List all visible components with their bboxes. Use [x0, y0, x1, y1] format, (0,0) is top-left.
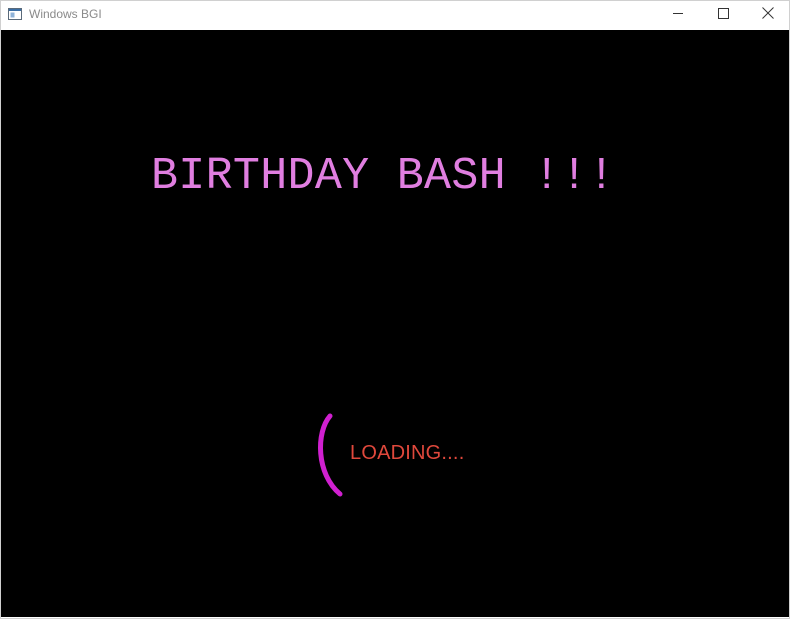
minimize-button[interactable] [655, 1, 701, 29]
minimize-icon [672, 6, 684, 24]
window-title: Windows BGI [29, 7, 102, 21]
close-button[interactable] [745, 1, 790, 29]
loading-spinner-arc-icon [313, 412, 349, 498]
close-icon [762, 6, 774, 24]
maximize-button[interactable] [700, 1, 746, 29]
graphics-canvas: BIRTHDAY BASH !!! LOADING.... [1, 30, 789, 617]
maximize-icon [717, 6, 729, 24]
bgi-window-icon[interactable] [8, 7, 22, 21]
bgi-window: Windows BGI BIRTHDAY BASH !!! LOADING...… [0, 0, 790, 619]
title-bar[interactable]: Windows BGI [1, 1, 789, 29]
loading-label: LOADING.... [350, 442, 465, 464]
birthday-headline: BIRTHDAY BASH !!! [151, 151, 616, 202]
